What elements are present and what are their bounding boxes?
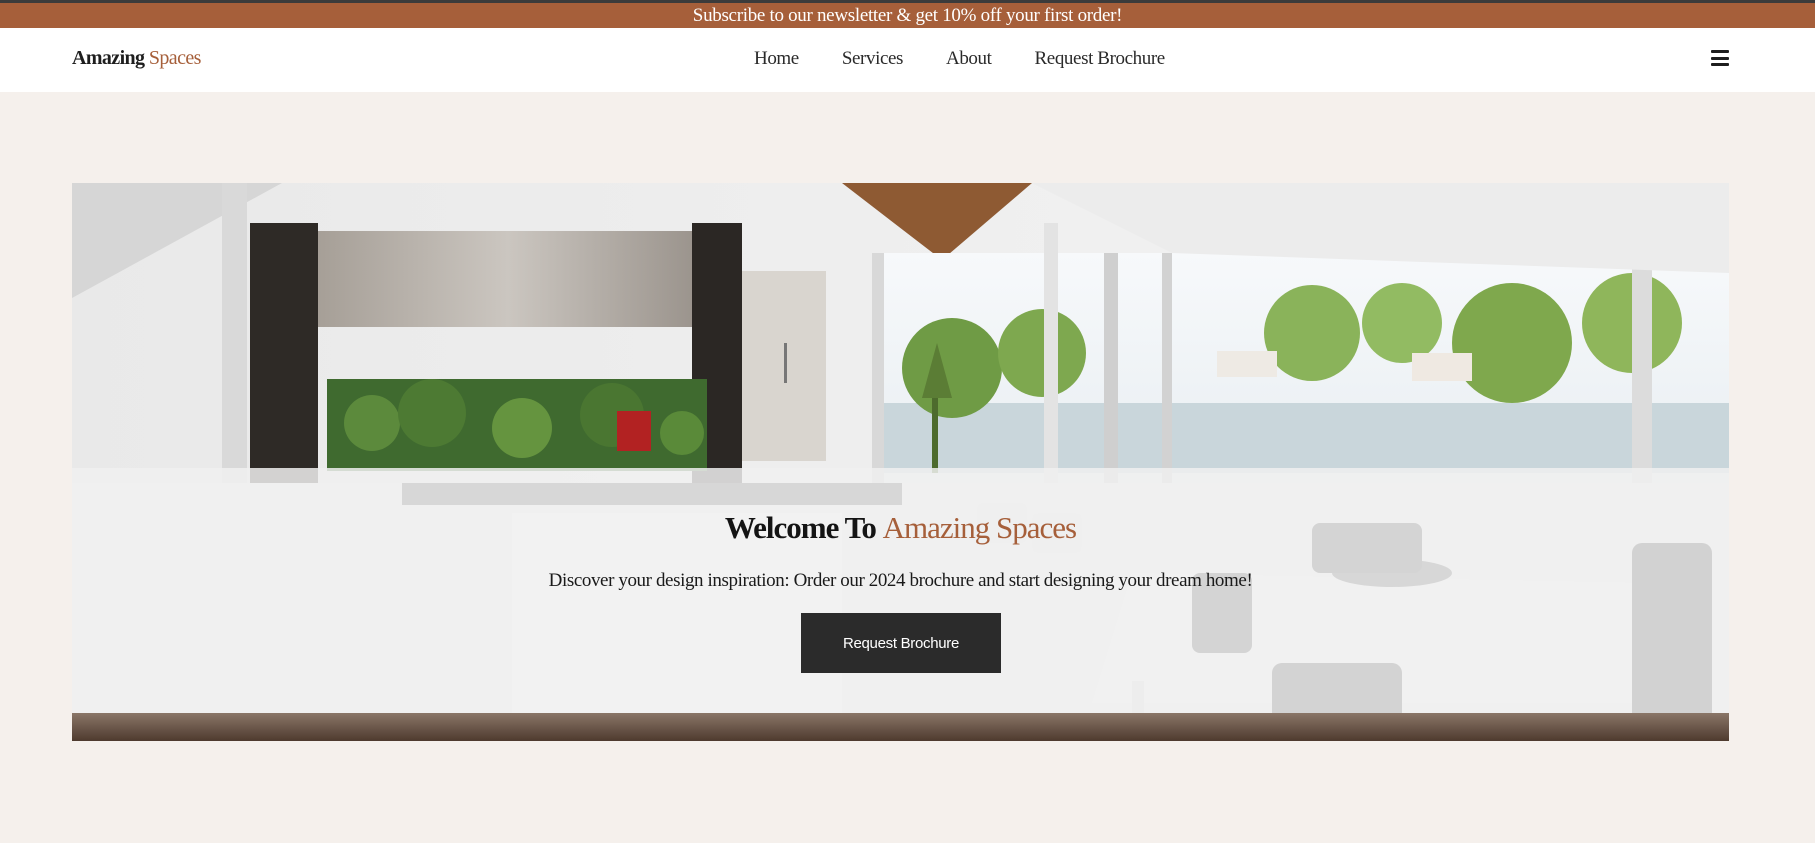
hero-title-prefix: Welcome To [724, 510, 877, 545]
hero-subtitle: Discover your design inspiration: Order … [548, 570, 1253, 591]
hero-title-accent: Amazing Spaces [882, 510, 1077, 545]
nav-home[interactable]: Home [754, 48, 799, 70]
logo-accent-text: Spaces [148, 47, 202, 69]
hamburger-menu-icon[interactable] [1711, 50, 1729, 66]
promo-text: Subscribe to our newsletter & get 10% of… [692, 4, 1123, 26]
nav-about[interactable]: About [946, 48, 992, 70]
main-nav: Home Services About Request Brochure [754, 48, 1165, 70]
promo-banner: Subscribe to our newsletter & get 10% of… [0, 0, 1815, 28]
hero-title: Welcome To Amazing Spaces [72, 510, 1729, 546]
request-brochure-button[interactable]: Request Brochure [801, 613, 1001, 673]
site-header: Amazing Spaces Home Services About Reque… [0, 28, 1815, 92]
site-logo[interactable]: Amazing Spaces [72, 47, 201, 70]
logo-main-text: Amazing [72, 47, 145, 69]
nav-services[interactable]: Services [842, 48, 904, 70]
nav-request-brochure[interactable]: Request Brochure [1035, 48, 1166, 70]
hero-section: Welcome To Amazing Spaces Discover your … [72, 183, 1729, 741]
